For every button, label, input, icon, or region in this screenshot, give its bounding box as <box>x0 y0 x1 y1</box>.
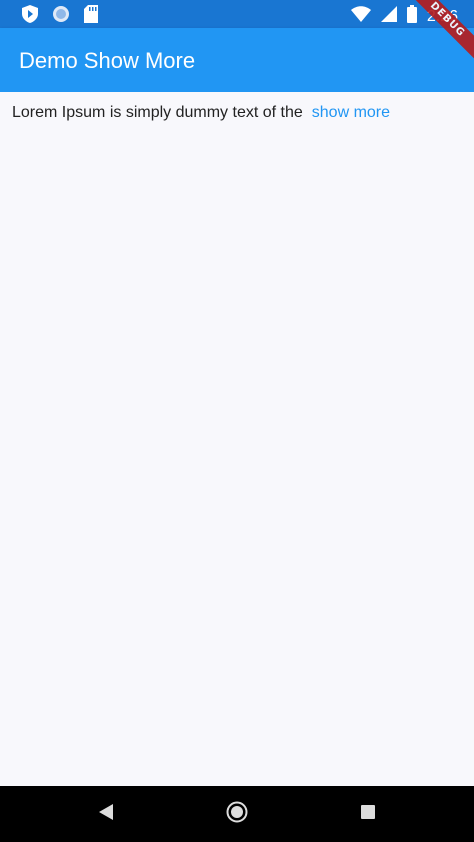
status-time: 2:26 <box>426 7 458 25</box>
battery-icon <box>406 5 417 28</box>
status-left-icons <box>22 5 98 28</box>
recents-button[interactable] <box>328 786 408 842</box>
expandable-text: Lorem Ipsum is simply dummy text of the … <box>12 104 390 122</box>
status-right-icons: 2:26 <box>350 5 458 28</box>
app-title: Demo Show More <box>19 48 196 73</box>
content-area: Lorem Ipsum is simply dummy text of the … <box>0 92 474 786</box>
wifi-icon <box>350 6 371 27</box>
back-button[interactable] <box>66 786 146 842</box>
body-text: Lorem Ipsum is simply dummy text of the <box>12 104 303 121</box>
home-button[interactable] <box>197 786 277 842</box>
sd-card-icon <box>84 5 98 28</box>
signal-icon <box>380 6 397 27</box>
show-more-link[interactable]: show more <box>312 104 390 122</box>
navigation-bar <box>0 786 474 842</box>
shield-play-icon <box>22 5 38 28</box>
app-bar: Demo Show More <box>0 28 474 92</box>
back-icon <box>99 803 113 825</box>
status-bar: 2:26 <box>0 0 474 28</box>
recents-icon <box>361 804 375 824</box>
home-icon <box>226 801 248 828</box>
circle-icon <box>52 5 70 28</box>
